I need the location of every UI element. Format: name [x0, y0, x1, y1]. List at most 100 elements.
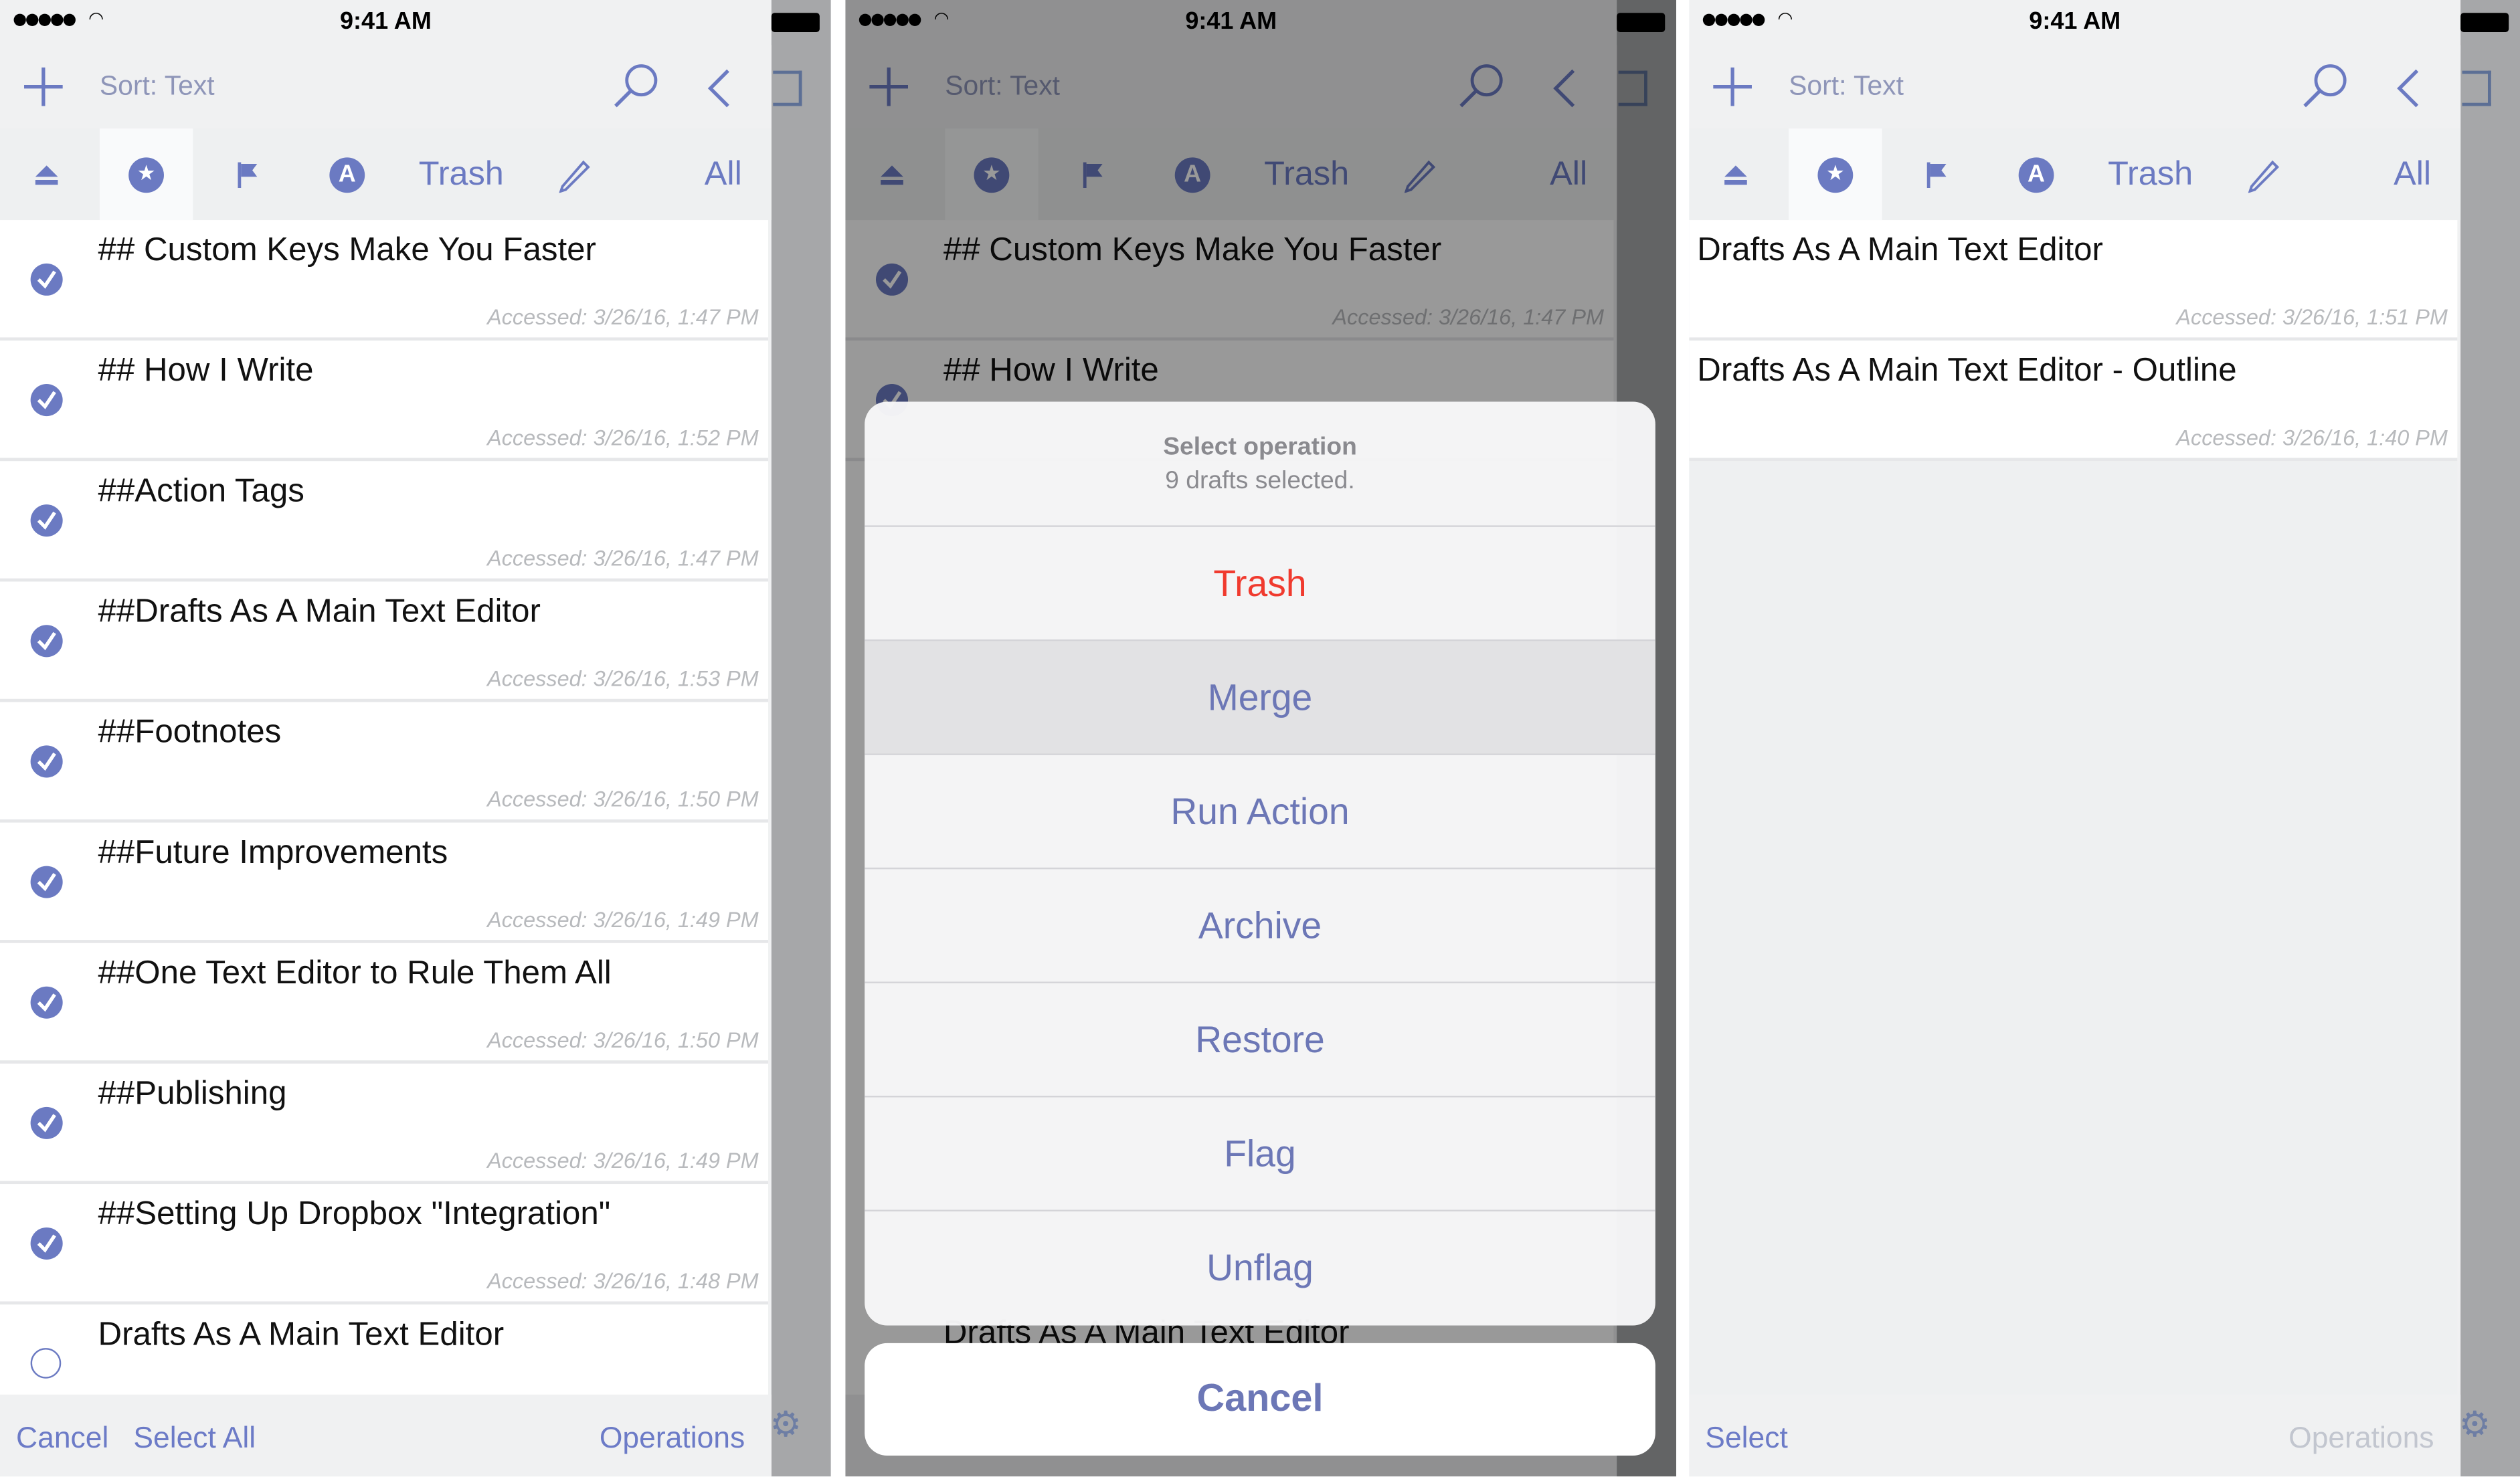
- plus-icon[interactable]: [1710, 64, 1755, 109]
- side-panel-icon[interactable]: [773, 70, 802, 106]
- empty-list-area: [1689, 461, 2458, 1395]
- nav-bar: Sort: Text: [0, 45, 772, 129]
- list-item[interactable]: ##Publishing Accessed: 3/26/16, 1:49 PM: [0, 1063, 769, 1185]
- checkmark-icon[interactable]: [30, 504, 63, 537]
- sort-button[interactable]: Sort: Text: [1789, 71, 1904, 103]
- filter-starred[interactable]: ★: [1789, 128, 1882, 221]
- archive-option[interactable]: Archive: [865, 867, 1655, 982]
- side-panel-peek: [2460, 0, 2520, 1477]
- filter-archive[interactable]: A: [2001, 128, 2072, 220]
- nav-bar: Sort: Text: [1689, 45, 2461, 129]
- chevron-left-icon[interactable]: [2392, 68, 2424, 109]
- filter-edit[interactable]: [547, 128, 602, 220]
- checkmark-icon[interactable]: [30, 1227, 63, 1260]
- draft-title: ##Footnotes: [98, 713, 282, 751]
- chevron-left-icon[interactable]: [703, 68, 735, 109]
- draft-title: ## How I Write: [98, 351, 314, 389]
- filter-archive[interactable]: A: [312, 128, 383, 220]
- gear-icon[interactable]: ⚙: [770, 1406, 801, 1446]
- archive-a-icon: A: [2018, 157, 2054, 193]
- inbox-eject-icon: [35, 165, 58, 185]
- draft-accessed: Accessed: 3/26/16, 1:47 PM: [487, 546, 759, 571]
- select-all-button[interactable]: Select All: [133, 1420, 256, 1456]
- gear-icon[interactable]: ⚙: [2459, 1406, 2491, 1446]
- archive-a-icon: A: [329, 157, 365, 193]
- list-item[interactable]: ##Action Tags Accessed: 3/26/16, 1:47 PM: [0, 461, 769, 582]
- list-item[interactable]: ##One Text Editor to Rule Them All Access…: [0, 943, 769, 1064]
- side-panel-icon[interactable]: [2462, 70, 2491, 106]
- status-bar: ●●●●● ◠ 9:41 AM: [1689, 0, 2460, 45]
- plus-icon[interactable]: [21, 64, 66, 109]
- filter-inbox[interactable]: [13, 128, 80, 220]
- draft-list: Drafts As A Main Text Editor Accessed: 3/…: [1689, 220, 2458, 462]
- draft-list: ## Custom Keys Make You Faster Accessed: …: [0, 220, 769, 1425]
- sheet-title: Select operation: [1163, 433, 1357, 462]
- sheet-message: 9 drafts selected.: [1165, 467, 1355, 495]
- pencil-icon: [559, 159, 590, 193]
- run-action-option[interactable]: Run Action: [865, 753, 1655, 868]
- flag-icon: [238, 161, 258, 187]
- filter-trash[interactable]: Trash: [401, 128, 521, 220]
- draft-title: ##One Text Editor to Rule Them All: [98, 954, 612, 991]
- checkmark-icon[interactable]: [30, 986, 63, 1019]
- operations-button[interactable]: Operations: [600, 1420, 745, 1456]
- cancel-button[interactable]: Cancel: [16, 1420, 108, 1456]
- draft-accessed: Accessed: 3/26/16, 1:52 PM: [487, 425, 759, 450]
- filter-starred[interactable]: ★: [99, 128, 193, 221]
- draft-accessed: Accessed: 3/26/16, 1:50 PM: [487, 1028, 759, 1053]
- phone-screen-selection: ●●●●● ◠ 9:41 AM ⚙ Sort: Text ★ A Trash A…: [0, 0, 831, 1477]
- draft-title: Drafts As A Main Text Editor: [1697, 231, 2103, 269]
- draft-accessed: Accessed: 3/26/16, 1:47 PM: [487, 305, 759, 330]
- sheet-cancel-button[interactable]: Cancel: [865, 1343, 1655, 1456]
- filter-trash[interactable]: Trash: [2091, 128, 2210, 220]
- filter-flagged[interactable]: [215, 128, 280, 220]
- draft-accessed: Accessed: 3/26/16, 1:53 PM: [487, 666, 759, 691]
- phone-screen-action-sheet: ●●●●● ◠ 9:41 AM Sort: Text ★ A Trash All…: [845, 0, 1677, 1477]
- restore-option[interactable]: Restore: [865, 981, 1655, 1096]
- list-item[interactable]: ## Custom Keys Make You Faster Accessed: …: [0, 220, 769, 341]
- list-item[interactable]: ##Footnotes Accessed: 3/26/16, 1:50 PM: [0, 702, 769, 823]
- draft-accessed: Accessed: 3/26/16, 1:48 PM: [487, 1269, 759, 1294]
- checkmark-icon[interactable]: [30, 1106, 63, 1139]
- draft-accessed: Accessed: 3/26/16, 1:51 PM: [2176, 305, 2448, 330]
- draft-title: ##Action Tags: [98, 472, 304, 510]
- flag-icon: [1926, 161, 1947, 187]
- draft-title: ##Future Improvements: [98, 833, 448, 871]
- trash-option[interactable]: Trash: [865, 525, 1655, 639]
- battery-icon: [771, 13, 820, 33]
- checkmark-icon[interactable]: [30, 866, 63, 898]
- pencil-icon: [2248, 159, 2280, 193]
- list-item[interactable]: ##Future Improvements Accessed: 3/26/16, …: [0, 822, 769, 943]
- list-item[interactable]: Drafts As A Main Text Editor - Outline Ac…: [1689, 340, 2458, 462]
- filter-edit[interactable]: [2236, 128, 2290, 220]
- filter-all[interactable]: All: [2373, 128, 2450, 220]
- unflag-option[interactable]: Unflag: [865, 1209, 1655, 1324]
- select-button[interactable]: Select: [1705, 1420, 1788, 1456]
- draft-accessed: Accessed: 3/26/16, 1:50 PM: [487, 787, 759, 811]
- checkmark-icon[interactable]: [30, 625, 63, 658]
- list-item[interactable]: Drafts As A Main Text Editor Accessed: 3/…: [1689, 220, 2458, 341]
- operations-button: Operations: [2288, 1420, 2434, 1454]
- action-sheet: Select operation 9 drafts selected. Tras…: [865, 401, 1655, 1326]
- inbox-eject-icon: [1724, 165, 1747, 185]
- star-icon: ★: [1817, 157, 1854, 193]
- flag-option[interactable]: Flag: [865, 1096, 1655, 1210]
- sort-button[interactable]: Sort: Text: [100, 71, 215, 103]
- search-icon[interactable]: [2300, 61, 2351, 112]
- search-icon[interactable]: [611, 61, 662, 112]
- merge-option[interactable]: Merge: [865, 639, 1655, 754]
- list-item[interactable]: ## How I Write Accessed: 3/26/16, 1:52 PM: [0, 340, 769, 462]
- list-item[interactable]: ##Setting Up Dropbox "Integration" Access…: [0, 1184, 769, 1305]
- filter-bar: ★ A Trash All: [1689, 128, 2461, 221]
- unchecked-circle-icon[interactable]: [30, 1348, 62, 1379]
- checkmark-icon[interactable]: [30, 384, 63, 417]
- checkmark-icon[interactable]: [30, 263, 63, 296]
- checkmark-icon[interactable]: [30, 745, 63, 778]
- filter-flagged[interactable]: [1904, 128, 1969, 220]
- status-time: 9:41 AM: [2029, 8, 2121, 35]
- filter-bar: ★ A Trash All: [0, 128, 772, 221]
- filter-inbox[interactable]: [1702, 128, 1770, 220]
- stage: ●●●●● ◠ 9:41 AM ⚙ Sort: Text ★ A Trash A…: [0, 0, 2520, 1477]
- filter-all[interactable]: All: [685, 128, 761, 220]
- list-item[interactable]: ##Drafts As A Main Text Editor Accessed: …: [0, 581, 769, 702]
